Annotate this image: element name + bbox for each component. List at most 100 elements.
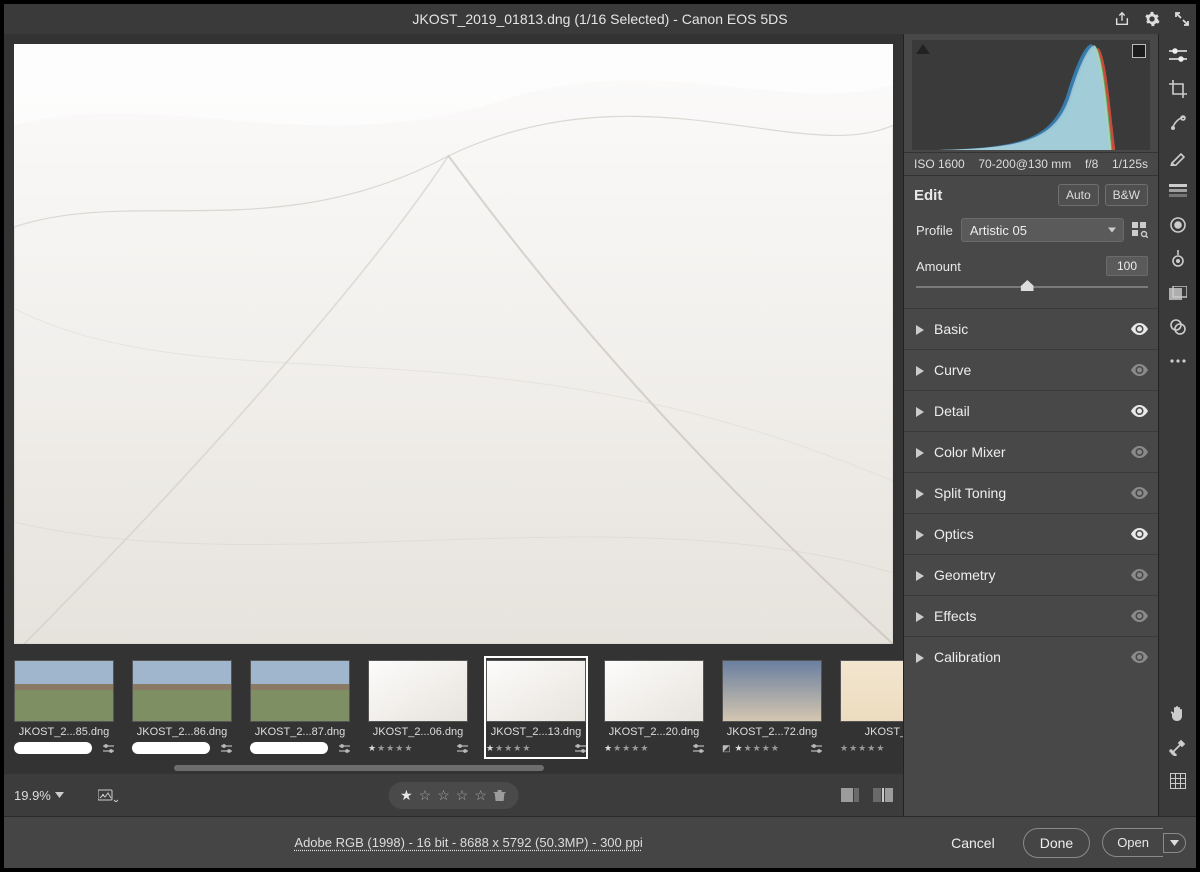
workflow-info[interactable]: Adobe RGB (1998) - 16 bit - 8688 x 5792 … [14, 835, 923, 850]
zoom-level[interactable]: 19.9% [14, 788, 64, 803]
grid-tool-icon[interactable] [1169, 772, 1187, 790]
thumb-rating: ★★★★★ [840, 743, 884, 754]
thumb-filename: JKOST_2...86.dng [132, 726, 232, 738]
label-pill [250, 742, 328, 754]
thumb-image [132, 660, 232, 722]
tool-strip [1158, 34, 1196, 816]
has-adjustments-icon [221, 744, 232, 753]
presets-icon[interactable] [1169, 318, 1187, 336]
snapshots-icon[interactable] [1169, 284, 1187, 302]
open-button[interactable]: Open [1102, 828, 1186, 857]
healing-brush-icon[interactable] [1169, 114, 1187, 132]
profile-select[interactable]: Artistic 05 [961, 218, 1124, 242]
bottom-bar: Adobe RGB (1998) - 16 bit - 8688 x 5792 … [4, 816, 1196, 868]
has-adjustments-icon [103, 744, 114, 753]
thumb-image [722, 660, 822, 722]
visibility-eye-icon[interactable] [1131, 569, 1148, 581]
radial-gradient-icon[interactable] [1169, 216, 1187, 234]
view-picker-icon[interactable] [98, 788, 118, 802]
settings-gear-icon[interactable] [1144, 11, 1160, 27]
export-icon[interactable] [1114, 11, 1130, 27]
visibility-eye-icon[interactable] [1131, 487, 1148, 499]
thumb-rating: ★★★★★ [735, 743, 779, 754]
filmstrip-thumb[interactable]: JKOST_... ★★★★★ [840, 660, 903, 755]
linear-gradient-icon[interactable] [1169, 182, 1187, 200]
thumb-filename: JKOST_2...72.dng [722, 726, 822, 738]
edit-sliders-icon[interactable] [1169, 46, 1187, 64]
rating-star-4[interactable]: ☆ [456, 787, 469, 804]
panel-label: Calibration [934, 649, 1131, 665]
thumb-meta: ★★★★★ [840, 741, 903, 755]
filmstrip-thumb[interactable]: JKOST_2...06.dng★★★★★ [368, 660, 468, 755]
thumb-meta: ★★★★★ [368, 741, 468, 755]
panel-curve[interactable]: Curve [904, 350, 1158, 390]
local-brush-icon[interactable] [1169, 148, 1187, 166]
panel-optics[interactable]: Optics [904, 514, 1158, 554]
thumb-filename: JKOST_... [840, 726, 903, 738]
filmstrip-thumb[interactable]: JKOST_2...13.dng★★★★★ [486, 658, 586, 757]
panel-label: Color Mixer [934, 444, 1131, 460]
visibility-eye-icon[interactable] [1131, 405, 1148, 417]
visibility-eye-icon[interactable] [1131, 528, 1148, 540]
chevron-right-icon [916, 653, 924, 661]
filmstrip-scrollbar[interactable] [174, 765, 544, 771]
panel-detail[interactable]: Detail [904, 391, 1158, 431]
panel-label: Effects [934, 608, 1131, 624]
thumb-rating: ★★★★★ [368, 743, 412, 754]
visibility-eye-icon[interactable] [1131, 323, 1148, 335]
thumb-rating: ★★★★★ [486, 743, 530, 754]
redeye-icon[interactable] [1169, 250, 1187, 268]
filmstrip-thumb[interactable]: JKOST_2...86.dng [132, 660, 232, 755]
zoom-tool-icon[interactable] [1169, 738, 1187, 756]
chevron-right-icon [916, 325, 924, 333]
cancel-button[interactable]: Cancel [935, 829, 1011, 857]
filmstrip-thumb[interactable]: JKOST_2...20.dng★★★★★ [604, 660, 704, 755]
visibility-eye-icon[interactable] [1131, 610, 1148, 622]
bw-button[interactable]: B&W [1105, 184, 1148, 206]
chevron-right-icon [916, 489, 924, 497]
panel-label: Geometry [934, 567, 1131, 583]
profile-row: Profile Artistic 05 [904, 214, 1158, 246]
filmstrip[interactable]: JKOST_2...85.dng JKOST_2...86.dng JKOST_2.… [4, 654, 903, 774]
rating-star-3[interactable]: ☆ [437, 787, 450, 804]
panel-label: Optics [934, 526, 1131, 542]
single-view-icon[interactable] [841, 788, 859, 802]
has-adjustments-icon [575, 744, 586, 753]
visibility-eye-icon[interactable] [1131, 446, 1148, 458]
rating-star-2[interactable]: ☆ [419, 787, 432, 804]
panel-split-toning[interactable]: Split Toning [904, 473, 1158, 513]
thumb-image [14, 660, 114, 722]
histogram[interactable] [912, 40, 1150, 150]
thumb-image [250, 660, 350, 722]
panel-geometry[interactable]: Geometry [904, 555, 1158, 595]
panel-color-mixer[interactable]: Color Mixer [904, 432, 1158, 472]
panel-effects[interactable]: Effects [904, 596, 1158, 636]
profile-browser-icon[interactable] [1132, 222, 1148, 238]
edit-panel: ISO 1600 70-200@130 mm f/8 1/125s Edit A… [903, 34, 1158, 816]
visibility-eye-icon[interactable] [1131, 364, 1148, 376]
rating-star-5[interactable]: ☆ [474, 787, 487, 804]
auto-button[interactable]: Auto [1058, 184, 1099, 206]
filmstrip-thumb[interactable]: JKOST_2...72.dng◩★★★★★ [722, 660, 822, 755]
visibility-eye-icon[interactable] [1131, 651, 1148, 663]
filmstrip-thumb[interactable]: JKOST_2...87.dng [250, 660, 350, 755]
title-bar: JKOST_2019_01813.dng (1/16 Selected) - C… [4, 4, 1196, 34]
filmstrip-thumb[interactable]: JKOST_2...85.dng [14, 660, 114, 755]
amount-value[interactable] [1106, 256, 1148, 276]
panel-calibration[interactable]: Calibration [904, 637, 1158, 677]
delete-icon[interactable] [493, 788, 507, 802]
crop-icon[interactable] [1169, 80, 1187, 98]
hand-tool-icon[interactable] [1169, 704, 1187, 722]
amount-slider[interactable] [916, 280, 1148, 294]
has-adjustments-icon [693, 744, 704, 753]
chevron-right-icon [916, 407, 924, 415]
more-icon[interactable] [1169, 352, 1187, 370]
compare-view-icon[interactable] [873, 788, 893, 802]
fullscreen-icon[interactable] [1174, 11, 1190, 27]
chevron-right-icon [916, 366, 924, 374]
chevron-right-icon [916, 448, 924, 456]
done-button[interactable]: Done [1023, 828, 1090, 858]
panel-basic[interactable]: Basic [904, 309, 1158, 349]
image-preview[interactable] [4, 34, 903, 654]
rating-star-1[interactable]: ★ [400, 787, 413, 804]
